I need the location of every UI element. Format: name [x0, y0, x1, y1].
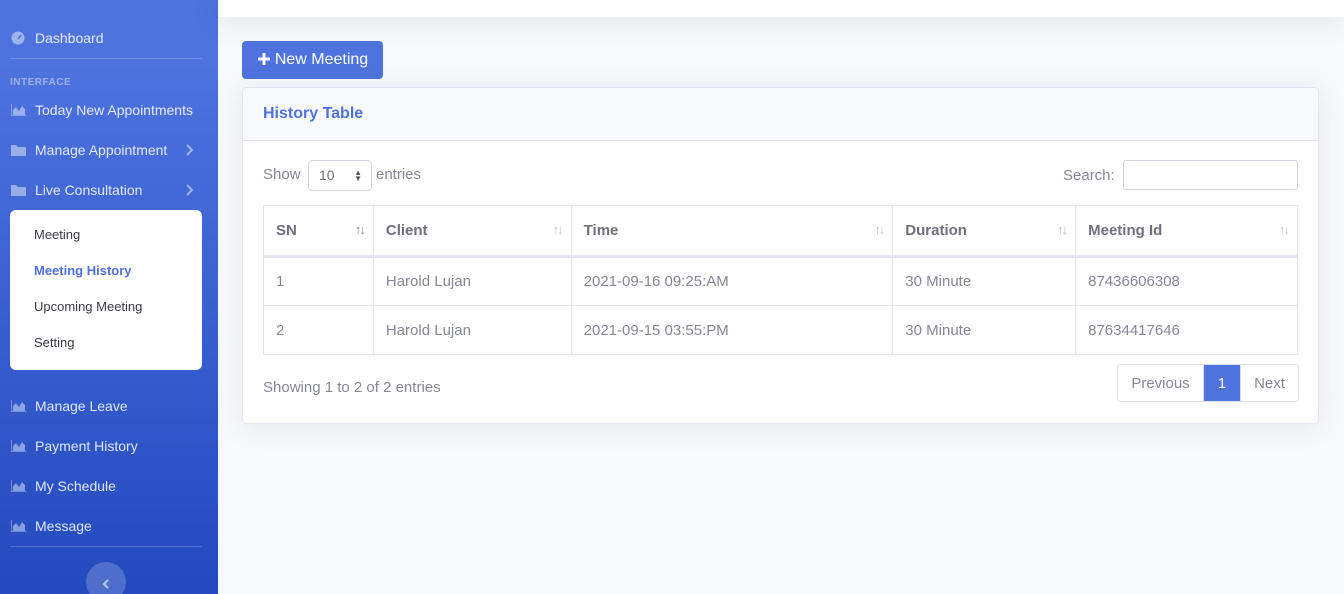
table-cell-duration: 30 Minute [892, 305, 1077, 355]
sort-icon: ↑↓ [1057, 222, 1068, 237]
chevron-left-icon [102, 576, 110, 594]
tachometer-icon [10, 31, 26, 45]
table-cell-meeting-id: 87634417646 [1075, 305, 1298, 355]
sidebar-submenu: Meeting Meeting History Upcoming Meeting… [10, 210, 202, 370]
column-header-time[interactable]: Time ↑↓ [570, 205, 894, 258]
table-cell-time: 2021-09-16 09:25:AM [570, 256, 894, 306]
sidebar-item-manage-leave[interactable]: Manage Leave [10, 394, 202, 418]
sidebar-item-dashboard[interactable]: Dashboard [10, 26, 202, 50]
sidebar-item-label: My Schedule [35, 478, 116, 494]
sidebar-item-label: Payment History [35, 438, 138, 454]
entries-select[interactable]: 10 ▲ ▼ [308, 160, 372, 191]
table-header-row: SN ↑↓ Client ↑↓ Time ↑↓ Duration ↑↓ Meeting … [263, 205, 1298, 258]
table-cell-client: Harold Lujan [372, 256, 572, 306]
table-cell-meeting-id: 87436606308 [1075, 256, 1298, 306]
column-header-client[interactable]: Client ↑↓ [372, 205, 572, 258]
entries-select-value: 10 [319, 167, 335, 183]
sort-icon: ↑↓ [552, 222, 564, 237]
column-header-label: Duration [905, 222, 967, 239]
sidebar-item-today-new-appointments[interactable]: Today New Appointments [10, 98, 202, 122]
submenu-item-upcoming-meeting[interactable]: Upcoming Meeting [34, 297, 142, 317]
sidebar-item-live-consultation[interactable]: Live Consultation [10, 178, 202, 202]
previous-page-button[interactable]: Previous [1118, 365, 1204, 401]
sidebar-item-my-schedule[interactable]: My Schedule [10, 474, 202, 498]
column-header-sn[interactable]: SN ↑↓ [263, 205, 374, 258]
sidebar-divider [10, 58, 202, 59]
plus-icon [257, 50, 271, 70]
chevron-right-icon [182, 142, 198, 158]
submenu-item-meeting-history[interactable]: Meeting History [34, 261, 132, 281]
sort-icon: ↑↓ [874, 222, 885, 237]
sidebar-item-message[interactable]: Message [10, 514, 202, 538]
sidebar-item-label: Manage Appointment [35, 142, 168, 158]
submenu-item-meeting[interactable]: Meeting [34, 225, 80, 245]
search-input[interactable] [1123, 160, 1298, 190]
sidebar-divider [10, 546, 202, 547]
sidebar-item-label: Today New Appointments [35, 102, 193, 118]
chart-area-icon [10, 399, 26, 413]
chart-area-icon [10, 103, 26, 117]
card-title: History Table [263, 105, 364, 122]
column-header-label: Meeting Id [1088, 222, 1163, 239]
table-cell-client: Harold Lujan [372, 305, 572, 355]
chart-area-icon [10, 479, 26, 493]
new-meeting-label: New Meeting [274, 51, 369, 68]
sidebar-heading: INTERFACE [10, 77, 72, 88]
table-cell-sn: 2 [263, 305, 374, 355]
column-header-label: Time [583, 222, 619, 239]
topbar [218, 0, 1344, 17]
table-cell-sn: 1 [263, 256, 374, 306]
sidebar-toggle-button[interactable] [86, 562, 126, 594]
sidebar: Dashboard INTERFACE Today New Appointmen… [0, 0, 218, 594]
table-cell-time: 2021-09-15 03:55:PM [570, 305, 894, 355]
sidebar-item-label: Message [35, 518, 92, 534]
table-cell-duration: 30 Minute [892, 256, 1077, 306]
sidebar-item-label: Dashboard [35, 30, 104, 46]
column-header-meeting-id[interactable]: Meeting Id ↑↓ [1075, 205, 1298, 258]
sort-icon: ↑↓ [1279, 222, 1290, 237]
new-meeting-button[interactable]: New Meeting [242, 41, 383, 79]
submenu-item-setting[interactable]: Setting [34, 333, 74, 353]
table-row: 1 Harold Lujan 2021-09-16 09:25:AM 30 Mi… [263, 256, 1298, 306]
chart-area-icon [10, 519, 26, 533]
sidebar-item-payment-history[interactable]: Payment History [10, 434, 202, 458]
pagination: Previous 1 Next [1117, 364, 1299, 402]
page-1-button[interactable]: 1 [1204, 365, 1240, 401]
chart-area-icon [10, 439, 26, 453]
show-label: Show [263, 166, 301, 183]
sidebar-item-manage-appointment[interactable]: Manage Appointment [10, 138, 202, 162]
table-row: 2 Harold Lujan 2021-09-15 03:55:PM 30 Mi… [263, 305, 1298, 355]
card-header: History Table [243, 88, 1318, 141]
column-header-duration[interactable]: Duration ↑↓ [892, 205, 1077, 258]
chevron-right-icon [182, 182, 198, 198]
sidebar-item-label: Manage Leave [35, 398, 128, 414]
search-label: Search: [1063, 167, 1115, 184]
next-page-button[interactable]: Next [1240, 365, 1298, 401]
sidebar-item-label: Live Consultation [35, 182, 143, 198]
entries-label: entries [376, 166, 422, 183]
column-header-label: Client [385, 222, 428, 239]
column-header-label: SN [276, 222, 297, 239]
folder-icon [10, 143, 26, 157]
history-card: History Table Show 10 ▲ ▼ entries Search:… [242, 87, 1319, 424]
sort-asc-icon: ↑↓ [354, 222, 366, 237]
history-table: SN ↑↓ Client ↑↓ Time ↑↓ Duration ↑↓ Meeting … [263, 205, 1298, 355]
select-arrows-icon: ▲ ▼ [354, 168, 362, 183]
table-info: Showing 1 to 2 of 2 entries [263, 379, 441, 396]
folder-icon [10, 183, 26, 197]
